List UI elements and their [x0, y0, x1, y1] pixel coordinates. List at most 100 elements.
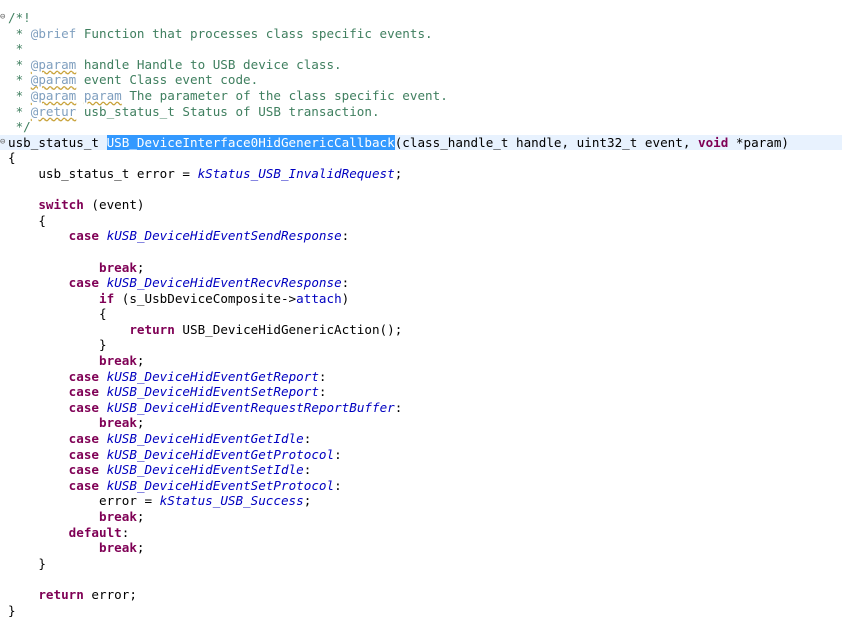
- code-token: :: [303, 462, 312, 478]
- code-token: break: [99, 259, 137, 275]
- code-editor[interactable]: ⊖/*! * @brief Function that processes cl…: [0, 10, 842, 618]
- code-token: {: [8, 150, 16, 166]
- code-token: *: [8, 56, 31, 72]
- code-line[interactable]: * @param param The parameter of the clas…: [0, 88, 842, 104]
- code-line[interactable]: usb_status_t error = kStatus_USB_Invalid…: [0, 166, 842, 182]
- code-token: *: [8, 72, 31, 88]
- code-token: error;: [83, 586, 137, 602]
- code-token: ;: [136, 353, 145, 369]
- code-line[interactable]: case kUSB_DeviceHidEventSetIdle:: [0, 462, 842, 478]
- code-line[interactable]: case kUSB_DeviceHidEventGetIdle:: [0, 431, 842, 447]
- code-token: break: [99, 540, 137, 556]
- code-line[interactable]: }: [0, 337, 842, 353]
- code-token: kStatus_USB_Success: [159, 493, 304, 509]
- code-line[interactable]: break;: [0, 353, 842, 369]
- code-token: kUSB_DeviceHidEventSendResponse: [106, 228, 342, 244]
- code-token: @param: [30, 87, 77, 103]
- code-token: case: [68, 384, 100, 400]
- code-token: if: [99, 290, 115, 306]
- code-line[interactable]: * @brief Function that processes class s…: [0, 26, 842, 42]
- code-line[interactable]: }: [0, 556, 842, 572]
- code-line[interactable]: {: [0, 150, 842, 166]
- code-line[interactable]: ⊖ usb_status_t USB_DeviceInterface0HidGen…: [0, 134, 842, 151]
- collapse-fold-icon[interactable]: ⊖: [0, 135, 8, 151]
- code-token: :: [334, 446, 342, 462]
- code-token: *: [8, 87, 31, 103]
- code-token: break: [99, 353, 137, 369]
- code-token: return: [38, 586, 84, 602]
- code-line[interactable]: }: [0, 603, 842, 619]
- code-token: *: [8, 25, 31, 41]
- code-token: ;: [136, 415, 145, 431]
- code-line[interactable]: *: [0, 41, 842, 57]
- code-token: :: [303, 431, 312, 447]
- code-line[interactable]: {: [0, 213, 842, 229]
- code-token: @brief: [30, 25, 77, 41]
- code-token: case: [68, 399, 100, 415]
- code-token: param: [83, 87, 122, 103]
- code-token: (s_UsbDeviceComposite->: [114, 290, 297, 306]
- code-token: }: [8, 555, 46, 571]
- code-line[interactable]: case kUSB_DeviceHidEventRequestReportBuf…: [0, 400, 842, 416]
- code-line[interactable]: * @param handle Handle to USB device cla…: [0, 57, 842, 73]
- code-token: (event): [83, 197, 145, 213]
- code-token: case: [68, 275, 100, 291]
- code-line[interactable]: [0, 244, 842, 260]
- code-token: :: [318, 368, 327, 384]
- code-line[interactable]: * @param event Class event code.: [0, 72, 842, 88]
- code-line[interactable]: */: [0, 119, 842, 135]
- code-line[interactable]: case kUSB_DeviceHidEventGetReport:: [0, 369, 842, 385]
- code-token: @param: [30, 72, 77, 88]
- code-line[interactable]: break;: [0, 415, 842, 431]
- code-token: switch: [38, 197, 84, 213]
- code-token: case: [68, 368, 100, 384]
- code-line[interactable]: [0, 182, 842, 198]
- code-token: ;: [303, 493, 312, 509]
- code-token: kUSB_DeviceHidEventGetReport: [106, 368, 319, 384]
- code-token: return: [129, 321, 175, 337]
- code-line[interactable]: break;: [0, 260, 842, 276]
- code-line[interactable]: [0, 571, 842, 587]
- code-token: ;: [136, 259, 145, 275]
- code-token: handle Handle to USB device class.: [76, 56, 342, 72]
- code-token: usb_status_t Status of USB transaction.: [76, 103, 380, 119]
- code-line[interactable]: * @retur usb_status_t Status of USB tran…: [0, 104, 842, 120]
- code-line[interactable]: ⊖/*!: [0, 10, 842, 26]
- code-token: case: [68, 446, 100, 462]
- code-line[interactable]: return USB_DeviceHidGenericAction();: [0, 322, 842, 338]
- code-line[interactable]: if (s_UsbDeviceComposite->attach): [0, 291, 842, 307]
- code-line[interactable]: case kUSB_DeviceHidEventRecvResponse:: [0, 275, 842, 291]
- code-line[interactable]: break;: [0, 509, 842, 525]
- code-token: case: [68, 462, 100, 478]
- code-line[interactable]: case kUSB_DeviceHidEventSendResponse:: [0, 228, 842, 244]
- code-token: default: [68, 524, 122, 540]
- code-line[interactable]: default:: [0, 525, 842, 541]
- code-line[interactable]: break;: [0, 540, 842, 556]
- code-line[interactable]: return error;: [0, 587, 842, 603]
- code-token: @retur: [30, 103, 77, 119]
- code-line[interactable]: case kUSB_DeviceHidEventGetProtocol:: [0, 447, 842, 463]
- code-line[interactable]: switch (event): [0, 197, 842, 213]
- code-line[interactable]: error = kStatus_USB_Success;: [0, 493, 842, 509]
- code-token: case: [68, 228, 100, 244]
- code-line[interactable]: case kUSB_DeviceHidEventSetProtocol:: [0, 478, 842, 494]
- code-line[interactable]: {: [0, 306, 842, 322]
- collapse-fold-icon[interactable]: ⊖: [0, 10, 8, 26]
- code-token: :: [341, 275, 350, 291]
- code-line[interactable]: case kUSB_DeviceHidEventSetReport:: [0, 384, 842, 400]
- code-token: case: [68, 431, 100, 447]
- code-token: }: [8, 602, 16, 618]
